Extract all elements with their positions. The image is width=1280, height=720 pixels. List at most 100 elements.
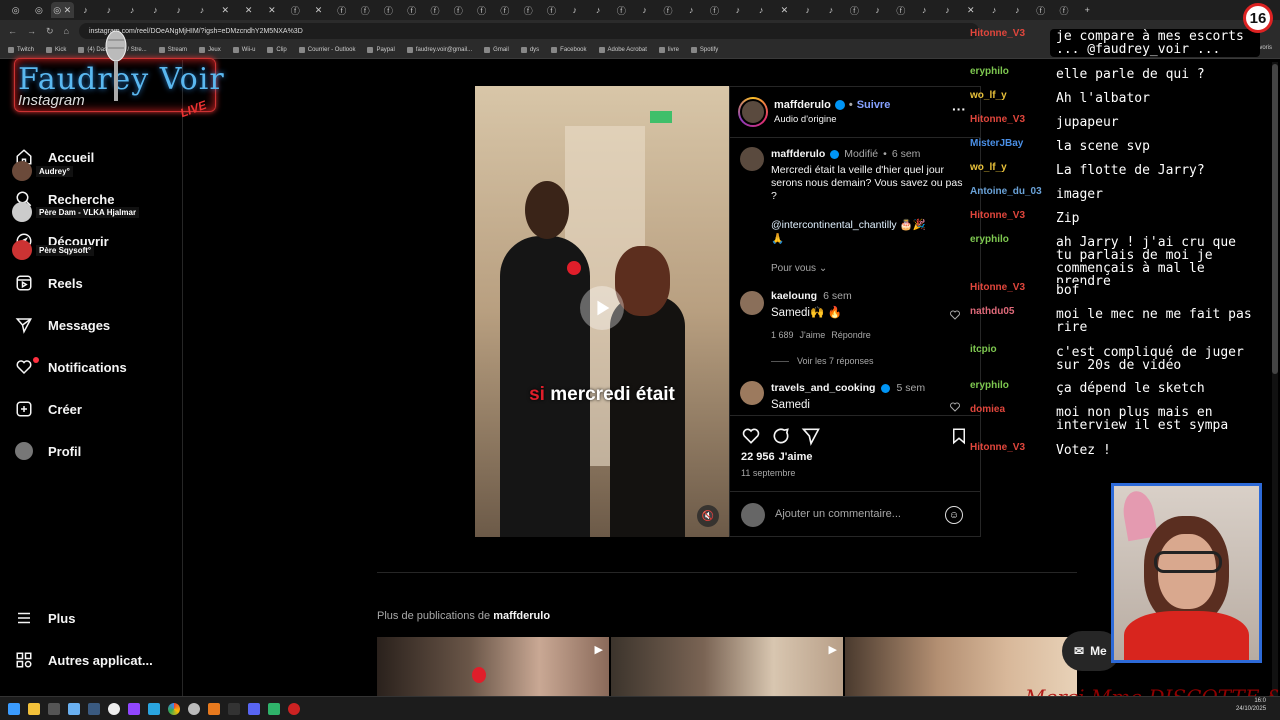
browser-tab[interactable]: ⓕ [284,2,307,18]
avatar[interactable] [740,381,764,405]
address-bar[interactable]: instagram.com/reel/DOeANgMjHIM/?igsh=eDM… [78,23,979,39]
sidebar-item-profil[interactable]: Profil [14,436,81,466]
bookmark-item[interactable]: Stream [158,47,187,53]
scrollbar-thumb[interactable] [1272,64,1278,374]
edge-icon[interactable] [148,702,160,715]
home-browser-icon[interactable]: ⌂ [64,26,69,36]
browser-tab[interactable]: ⓕ [377,2,400,18]
more-posts-user[interactable]: maffderulo [493,610,550,622]
view-replies[interactable]: Voir les 7 réponses [771,356,874,366]
chat-username[interactable]: Hitonne_V3 [970,442,1025,453]
taskbar-app-icon[interactable] [268,702,280,715]
taskbar-app-icon[interactable] [108,702,120,715]
see-translation[interactable]: Pour vous ⌄ [771,263,827,274]
sidebar-item-notifications[interactable]: Notifications [14,352,127,382]
back-icon[interactable]: ← [8,26,17,36]
browser-tab[interactable]: ♪ [74,2,97,18]
post-thumbnail[interactable]: ▶ [611,637,843,696]
system-clock[interactable]: 16:0 24/10/2025 [1236,697,1266,713]
more-options-icon[interactable]: ··· [952,101,966,117]
bookmark-item[interactable]: Spotify [690,47,718,53]
obs-icon[interactable] [288,702,300,715]
steam-icon[interactable] [88,702,100,715]
browser-tab[interactable]: ♪ [866,2,889,18]
chat-username[interactable]: eryphilo [970,234,1009,245]
reply-button[interactable]: Répondre [831,330,871,340]
reel-video[interactable]: si mercredi était 🔇 [475,86,729,537]
browser-tab[interactable]: ✕ [237,2,260,18]
browser-tab[interactable]: ⓕ [610,2,633,18]
browser-tab[interactable]: ♪ [190,2,213,18]
browser-tab[interactable]: ✕ [959,2,982,18]
sidebar-item-creer[interactable]: Créer [14,394,82,424]
heart-icon[interactable] [949,308,961,320]
avatar[interactable] [740,291,764,315]
browser-tab[interactable]: ♪ [982,2,1005,18]
discord-icon[interactable] [248,702,260,715]
bookmark-item[interactable]: Jeux [199,47,221,53]
browser-tab[interactable]: ♪ [819,2,842,18]
caption-author[interactable]: maffderulo [771,148,825,161]
browser-tab[interactable]: ⓕ [423,2,446,18]
browser-tab[interactable]: ◎ [27,2,50,18]
browser-tab[interactable]: ⓕ [400,2,423,18]
chat-username[interactable]: wo_lf_y [970,90,1007,101]
audio-link[interactable]: Audio d'origine [774,114,837,125]
chat-username[interactable]: itcpio [970,344,997,355]
browser-tab[interactable]: ♪ [120,2,143,18]
browser-tab[interactable]: ♪ [97,2,120,18]
sidebar-item-reels[interactable]: Reels [14,268,83,298]
browser-tab[interactable]: ♪ [1006,2,1029,18]
bookmark-item[interactable]: dys [520,47,539,53]
chat-username[interactable]: Antoine_du_03 [970,186,1042,197]
browser-tab[interactable]: ♪ [167,2,190,18]
browser-tab[interactable]: ✕ [307,2,330,18]
twitch-icon[interactable] [128,702,140,715]
browser-tab[interactable]: ♪ [633,2,656,18]
play-icon[interactable] [580,286,624,330]
like-icon[interactable] [741,426,761,446]
follow-button[interactable]: Suivre [857,99,891,111]
browser-tab[interactable]: ♪ [144,2,167,18]
browser-tab[interactable]: ⓕ [330,2,353,18]
emoji-icon[interactable]: ☺ [945,506,963,524]
browser-tab[interactable]: ♪ [913,2,936,18]
browser-tab-active[interactable]: ◎ ✕ [50,2,74,18]
browser-tab[interactable]: ♪ [936,2,959,18]
like-count-row[interactable]: 22 956 J'aime [741,451,812,463]
reload-icon[interactable]: ↻ [46,26,54,37]
browser-tab[interactable]: ✕ [260,2,283,18]
chat-username[interactable]: Hitonne_V3 [970,114,1025,125]
browser-tab[interactable]: ◎ [4,2,27,18]
browser-tab[interactable]: ⓕ [656,2,679,18]
chat-username[interactable]: Hitonne_V3 [970,210,1025,221]
comment-author[interactable]: kaeloung [771,290,817,303]
mute-icon[interactable]: 🔇 [697,505,719,527]
bookmark-item[interactable]: Wii-u [232,47,255,53]
browser-tab[interactable]: ⓕ [447,2,470,18]
chat-username[interactable]: MisterJBay [970,138,1023,149]
bookmark-item[interactable]: livre [658,47,679,53]
comment-input[interactable]: Ajouter un commentaire... [775,508,901,520]
post-thumbnail[interactable]: ▶ [377,637,609,696]
chat-username[interactable]: Hitonne_V3 [970,28,1025,39]
new-tab-button[interactable]: + [1076,2,1099,18]
chat-username[interactable]: domiea [970,404,1005,415]
mention-link[interactable]: @intercontinental_chantilly [771,219,897,231]
browser-tab[interactable]: ♪ [796,2,819,18]
sidebar-item-messages[interactable]: Messages [14,310,110,340]
browser-tab[interactable]: ♪ [726,2,749,18]
sidebar-item-autres-applications[interactable]: Autres applicat... [14,645,153,675]
browser-tab[interactable]: ⓕ [540,2,563,18]
browser-tab[interactable]: ⓕ [843,2,866,18]
browser-tab[interactable]: ⓕ [1029,2,1052,18]
heart-icon[interactable] [949,400,961,412]
bookmark-item[interactable]: Gmail [484,47,509,53]
chat-username[interactable]: wo_lf_y [970,162,1007,173]
bookmark-item[interactable]: Paypal [367,47,395,53]
author-name[interactable]: maffderulo [774,99,831,111]
comment-icon[interactable] [771,426,791,446]
browser-tab[interactable]: ⓕ [1052,2,1075,18]
vlc-icon[interactable] [208,702,220,715]
browser-tab[interactable]: ⓕ [889,2,912,18]
